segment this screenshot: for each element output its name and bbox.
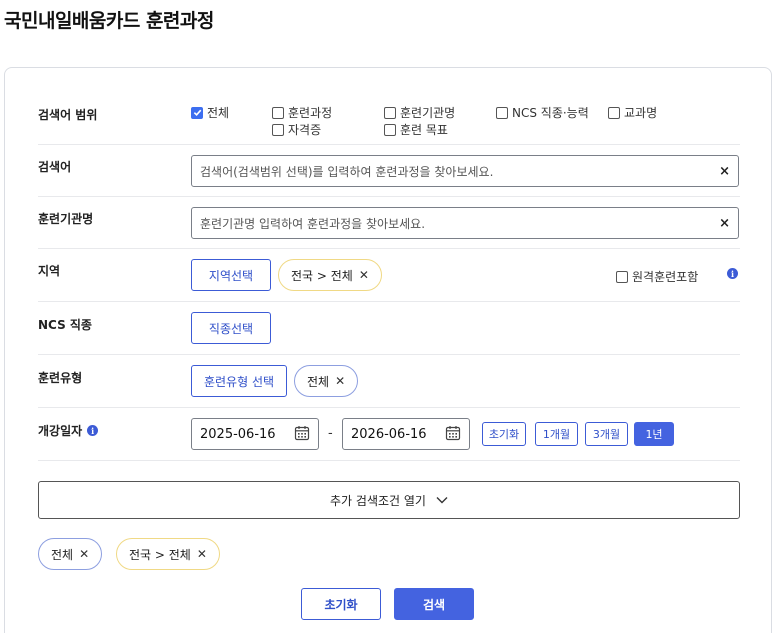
search-button[interactable]: 검색 [394,588,474,620]
calendar-icon[interactable] [294,425,310,444]
checkbox-icon [272,106,284,119]
page-title: 국민내일배움카드 훈련과정 [4,10,214,32]
scope-checkbox-institution[interactable]: 훈련기관명 [384,104,455,121]
scope-checkbox-ncs[interactable]: NCS 직종·능력 [496,104,589,121]
scope-checkbox-all[interactable]: 전체 [191,104,229,121]
search-scope-row: 검색어 범위 전체 훈련과정 훈련기관명 NCS 직종·능력 교과명 자격증 훈… [38,90,740,145]
chevron-down-icon [436,496,448,504]
checkbox-icon [496,106,508,119]
institution-placeholder: 훈련기관명 입력하여 훈련과정을 찾아보세요. [200,216,426,231]
info-icon[interactable]: i [727,268,738,279]
checkbox-checked-icon [191,106,203,119]
search-scope-label: 검색어 범위 [38,108,98,122]
region-chip-label: 전국 > 전체 [291,268,353,283]
checkbox-icon [272,123,284,136]
remove-icon[interactable]: ✕ [197,547,207,561]
checkbox-icon [384,106,396,119]
keyword-placeholder: 검색어(검색범위 선택)를 입력하여 훈련과정을 찾아보세요. [200,164,494,179]
training-type-row: 훈련유형 훈련유형 선택 전체 ✕ [38,355,740,408]
selected-chip-type: 전체 ✕ [38,538,103,570]
start-date-input[interactable]: 2025-06-16 [191,418,319,450]
scope-label-certificate: 자격증 [288,123,322,137]
date-reset-button[interactable]: 초기화 [482,422,526,446]
info-icon[interactable]: i [87,425,99,436]
three-months-button[interactable]: 3개월 [585,422,628,446]
start-date-value: 2025-06-16 [200,426,276,442]
remove-icon[interactable]: ✕ [79,547,89,561]
one-month-button[interactable]: 1개월 [535,422,578,446]
calendar-icon[interactable] [445,425,461,444]
region-row: 지역 지역선택 전국 > 전체 ✕ 원격훈련포함 i [38,249,740,302]
checkbox-icon [384,123,396,136]
scope-label-institution: 훈련기관명 [400,106,456,120]
more-conditions-button[interactable]: 추가 검색조건 열기 [38,481,740,519]
region-chip: 전국 > 전체 ✕ [278,259,382,291]
training-type-select-button[interactable]: 훈련유형 선택 [191,365,287,397]
one-year-button[interactable]: 1년 [634,422,674,446]
scope-checkbox-certificate[interactable]: 자격증 [272,121,321,138]
start-date-row: 개강일자 i 2025-06-16 - 2026-06-16 초기화 1개월 3… [38,408,740,461]
start-date-label-group: 개강일자 i [38,422,99,439]
scope-checkbox-course[interactable]: 훈련과정 [272,104,332,121]
scope-checkbox-goal[interactable]: 훈련 목표 [384,121,448,138]
end-date-input[interactable]: 2026-06-16 [342,418,470,450]
keyword-input[interactable]: 검색어(검색범위 선택)를 입력하여 훈련과정을 찾아보세요. × [191,155,739,187]
more-conditions-label: 추가 검색조건 열기 [330,493,426,508]
institution-label: 훈련기관명 [38,212,94,226]
training-type-chip: 전체 ✕ [294,365,359,397]
remote-training-checkbox[interactable]: 원격훈련포함 [616,268,698,285]
training-type-chip-label: 전체 [307,374,330,389]
search-panel: 검색어 범위 전체 훈련과정 훈련기관명 NCS 직종·능력 교과명 자격증 훈… [4,67,772,633]
scope-label-all: 전체 [207,106,230,120]
scope-label-ncs: NCS 직종·능력 [512,106,589,120]
end-date-value: 2026-06-16 [351,426,427,442]
scope-label-subject: 교과명 [624,106,658,120]
ncs-row: NCS 직종 직종선택 [38,302,740,355]
keyword-row: 검색어 검색어(검색범위 선택)를 입력하여 훈련과정을 찾아보세요. × [38,145,740,197]
reset-button[interactable]: 초기화 [301,588,381,620]
checkbox-icon [608,106,620,119]
remove-icon[interactable]: ✕ [359,268,369,282]
region-label: 지역 [38,264,61,278]
region-select-button[interactable]: 지역선택 [191,259,271,291]
ncs-label: NCS 직종 [38,318,92,332]
scope-label-goal: 훈련 목표 [400,123,448,137]
remove-icon[interactable]: ✕ [335,374,345,388]
institution-input[interactable]: 훈련기관명 입력하여 훈련과정을 찾아보세요. × [191,207,739,239]
clear-icon[interactable]: × [719,216,730,231]
scope-checkbox-subject[interactable]: 교과명 [608,104,657,121]
start-date-label: 개강일자 [38,424,83,438]
date-separator: - [328,426,333,441]
training-type-label: 훈련유형 [38,371,83,385]
clear-icon[interactable]: × [719,164,730,179]
scope-label-course: 훈련과정 [288,106,333,120]
institution-row: 훈련기관명 훈련기관명 입력하여 훈련과정을 찾아보세요. × [38,197,740,249]
remote-training-label: 원격훈련포함 [632,270,699,284]
keyword-label: 검색어 [38,160,72,174]
selected-chip-label: 전국 > 전체 [129,547,191,562]
ncs-select-button[interactable]: 직종선택 [191,312,271,344]
checkbox-icon [616,270,628,283]
selected-chip-label: 전체 [51,547,74,562]
selected-chip-region: 전국 > 전체 ✕ [116,538,220,570]
